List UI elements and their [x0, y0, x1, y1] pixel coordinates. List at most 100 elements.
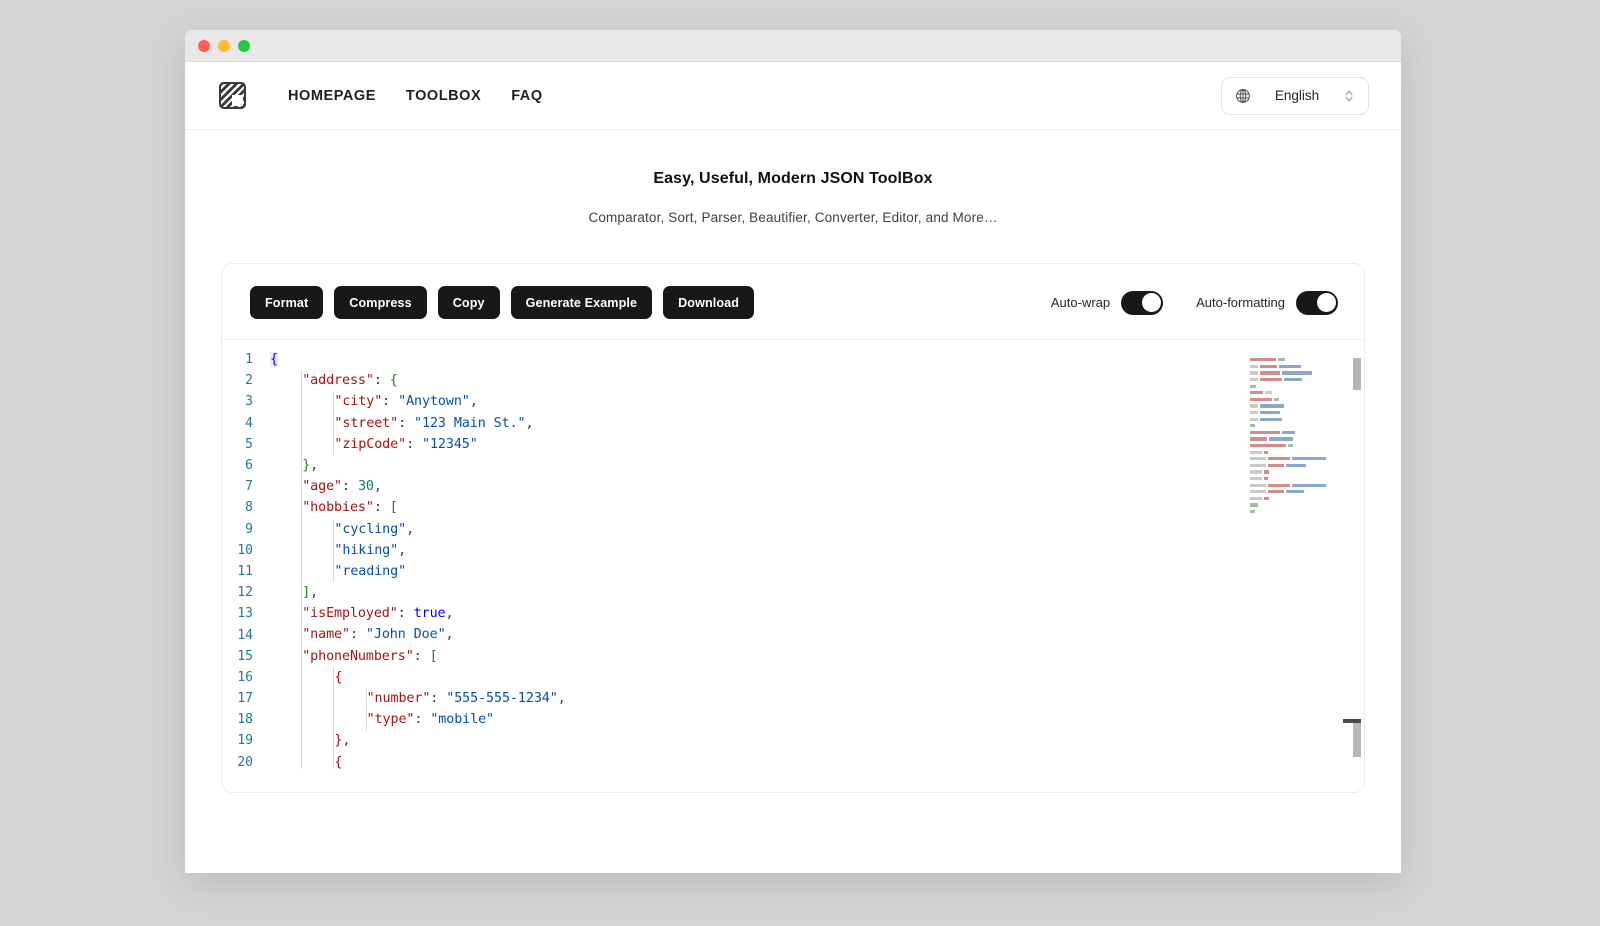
code-line[interactable]: 10"hiking",	[222, 540, 1364, 561]
window-close-button[interactable]	[198, 40, 210, 52]
nav-homepage[interactable]: HOMEPAGE	[288, 88, 376, 104]
code-line[interactable]: 19},	[222, 730, 1364, 751]
minimap-row	[1250, 363, 1342, 370]
line-number: 14	[222, 628, 270, 643]
code-text[interactable]: {	[270, 349, 278, 370]
code-line[interactable]: 8"hobbies": [	[222, 497, 1364, 518]
code-text[interactable]: "address": {	[270, 370, 398, 391]
code-line[interactable]: 12],	[222, 582, 1364, 603]
compress-button[interactable]: Compress	[334, 286, 426, 319]
line-number: 18	[222, 712, 270, 727]
minimap-row	[1250, 423, 1342, 430]
chevron-up-down-icon[interactable]	[1343, 88, 1355, 104]
code-line[interactable]: 11"reading"	[222, 561, 1364, 582]
json-tool-card: Format Compress Copy Generate Example Do…	[221, 263, 1365, 793]
code-line[interactable]: 14"name": "John Doe",	[222, 624, 1364, 645]
editor-minimap[interactable]	[1250, 340, 1342, 769]
auto-formatting-label: Auto-formatting	[1196, 295, 1285, 310]
scrollbar-thumb-top[interactable]	[1353, 358, 1361, 390]
hero-section: Easy, Useful, Modern JSON ToolBox Compar…	[185, 130, 1401, 225]
minimap-row	[1250, 495, 1342, 502]
code-line[interactable]: 15"phoneNumbers": [	[222, 646, 1364, 667]
copy-button[interactable]: Copy	[438, 286, 500, 319]
code-line[interactable]: 2"address": {	[222, 370, 1364, 391]
line-number: 16	[222, 670, 270, 685]
minimap-row	[1250, 488, 1342, 495]
line-number: 2	[222, 373, 270, 388]
nav-toolbox[interactable]: TOOLBOX	[406, 88, 481, 104]
minimap-row	[1250, 436, 1342, 443]
site-header: HOMEPAGE TOOLBOX FAQ English	[185, 62, 1401, 130]
format-button[interactable]: Format	[250, 286, 323, 319]
code-text[interactable]: "type": "mobile"	[270, 709, 494, 730]
line-number: 7	[222, 479, 270, 494]
minimap-row	[1250, 442, 1342, 449]
line-number: 19	[222, 733, 270, 748]
main-navigation: HOMEPAGE TOOLBOX FAQ	[288, 88, 543, 104]
auto-wrap-toggle[interactable]	[1121, 291, 1163, 315]
minimap-row	[1250, 376, 1342, 383]
line-number: 10	[222, 543, 270, 558]
code-line[interactable]: 16{	[222, 667, 1364, 688]
code-line[interactable]: 4"street": "123 Main St.",	[222, 413, 1364, 434]
code-text[interactable]: {	[270, 752, 342, 769]
minimap-row	[1250, 416, 1342, 423]
line-number: 13	[222, 606, 270, 621]
code-line[interactable]: 3"city": "Anytown",	[222, 391, 1364, 412]
code-line[interactable]: 20{	[222, 752, 1364, 769]
window-titlebar	[185, 30, 1401, 62]
generate-example-button[interactable]: Generate Example	[511, 286, 653, 319]
code-line[interactable]: 9"cycling",	[222, 519, 1364, 540]
code-line[interactable]: 1{	[222, 349, 1364, 370]
window-zoom-button[interactable]	[238, 40, 250, 52]
minimap-row	[1250, 350, 1342, 357]
download-button[interactable]: Download	[663, 286, 754, 319]
editor-vertical-scrollbar[interactable]	[1350, 340, 1364, 769]
minimap-row	[1250, 429, 1342, 436]
line-number: 6	[222, 458, 270, 473]
json-toolbox-logo-icon[interactable]	[219, 82, 246, 109]
line-number: 1	[222, 352, 270, 367]
line-number: 3	[222, 394, 270, 409]
nav-faq[interactable]: FAQ	[511, 88, 542, 104]
auto-formatting-toggle[interactable]	[1296, 291, 1338, 315]
code-text[interactable]: ],	[270, 582, 318, 603]
code-text[interactable]: "name": "John Doe",	[270, 624, 454, 645]
code-text[interactable]: "street": "123 Main St.",	[270, 413, 533, 434]
line-number: 11	[222, 564, 270, 579]
code-text[interactable]: "phoneNumbers": [	[270, 646, 438, 667]
language-selector[interactable]: English	[1221, 77, 1369, 115]
browser-window: HOMEPAGE TOOLBOX FAQ English	[185, 30, 1401, 873]
code-line[interactable]: 5"zipCode": "12345"	[222, 434, 1364, 455]
code-line[interactable]: 13"isEmployed": true,	[222, 603, 1364, 624]
code-lines[interactable]: 1{2"address": {3"city": "Anytown",4"stre…	[222, 340, 1364, 769]
code-text[interactable]: },	[270, 455, 318, 476]
code-line[interactable]: 18"type": "mobile"	[222, 709, 1364, 730]
editor-horizontal-scrollbar[interactable]	[1343, 719, 1361, 723]
code-line[interactable]: 17"number": "555-555-1234",	[222, 688, 1364, 709]
code-line[interactable]: 7"age": 30,	[222, 476, 1364, 497]
window-minimize-button[interactable]	[218, 40, 230, 52]
page-subtitle: Comparator, Sort, Parser, Beautifier, Co…	[185, 210, 1401, 225]
line-number: 5	[222, 437, 270, 452]
code-text[interactable]: "isEmployed": true,	[270, 603, 454, 624]
line-number: 12	[222, 585, 270, 600]
minimap-row	[1250, 475, 1342, 482]
code-text[interactable]: "number": "555-555-1234",	[270, 688, 566, 709]
code-text[interactable]: "reading"	[270, 561, 406, 582]
editor-toolbar: Format Compress Copy Generate Example Do…	[222, 264, 1364, 339]
minimap-row	[1250, 456, 1342, 463]
scrollbar-thumb-bottom[interactable]	[1353, 719, 1361, 757]
language-value: English	[1262, 88, 1332, 103]
code-text[interactable]: {	[270, 667, 342, 688]
code-text[interactable]: "hiking",	[270, 540, 406, 561]
minimap-row	[1250, 508, 1342, 515]
code-text[interactable]: "cycling",	[270, 519, 414, 540]
code-text[interactable]: "age": 30,	[270, 476, 382, 497]
json-code-editor[interactable]: 1{2"address": {3"city": "Anytown",4"stre…	[222, 339, 1364, 769]
code-text[interactable]: },	[270, 730, 350, 751]
code-text[interactable]: "hobbies": [	[270, 497, 398, 518]
minimap-row	[1250, 502, 1342, 509]
code-line[interactable]: 6},	[222, 455, 1364, 476]
line-number: 20	[222, 755, 270, 769]
